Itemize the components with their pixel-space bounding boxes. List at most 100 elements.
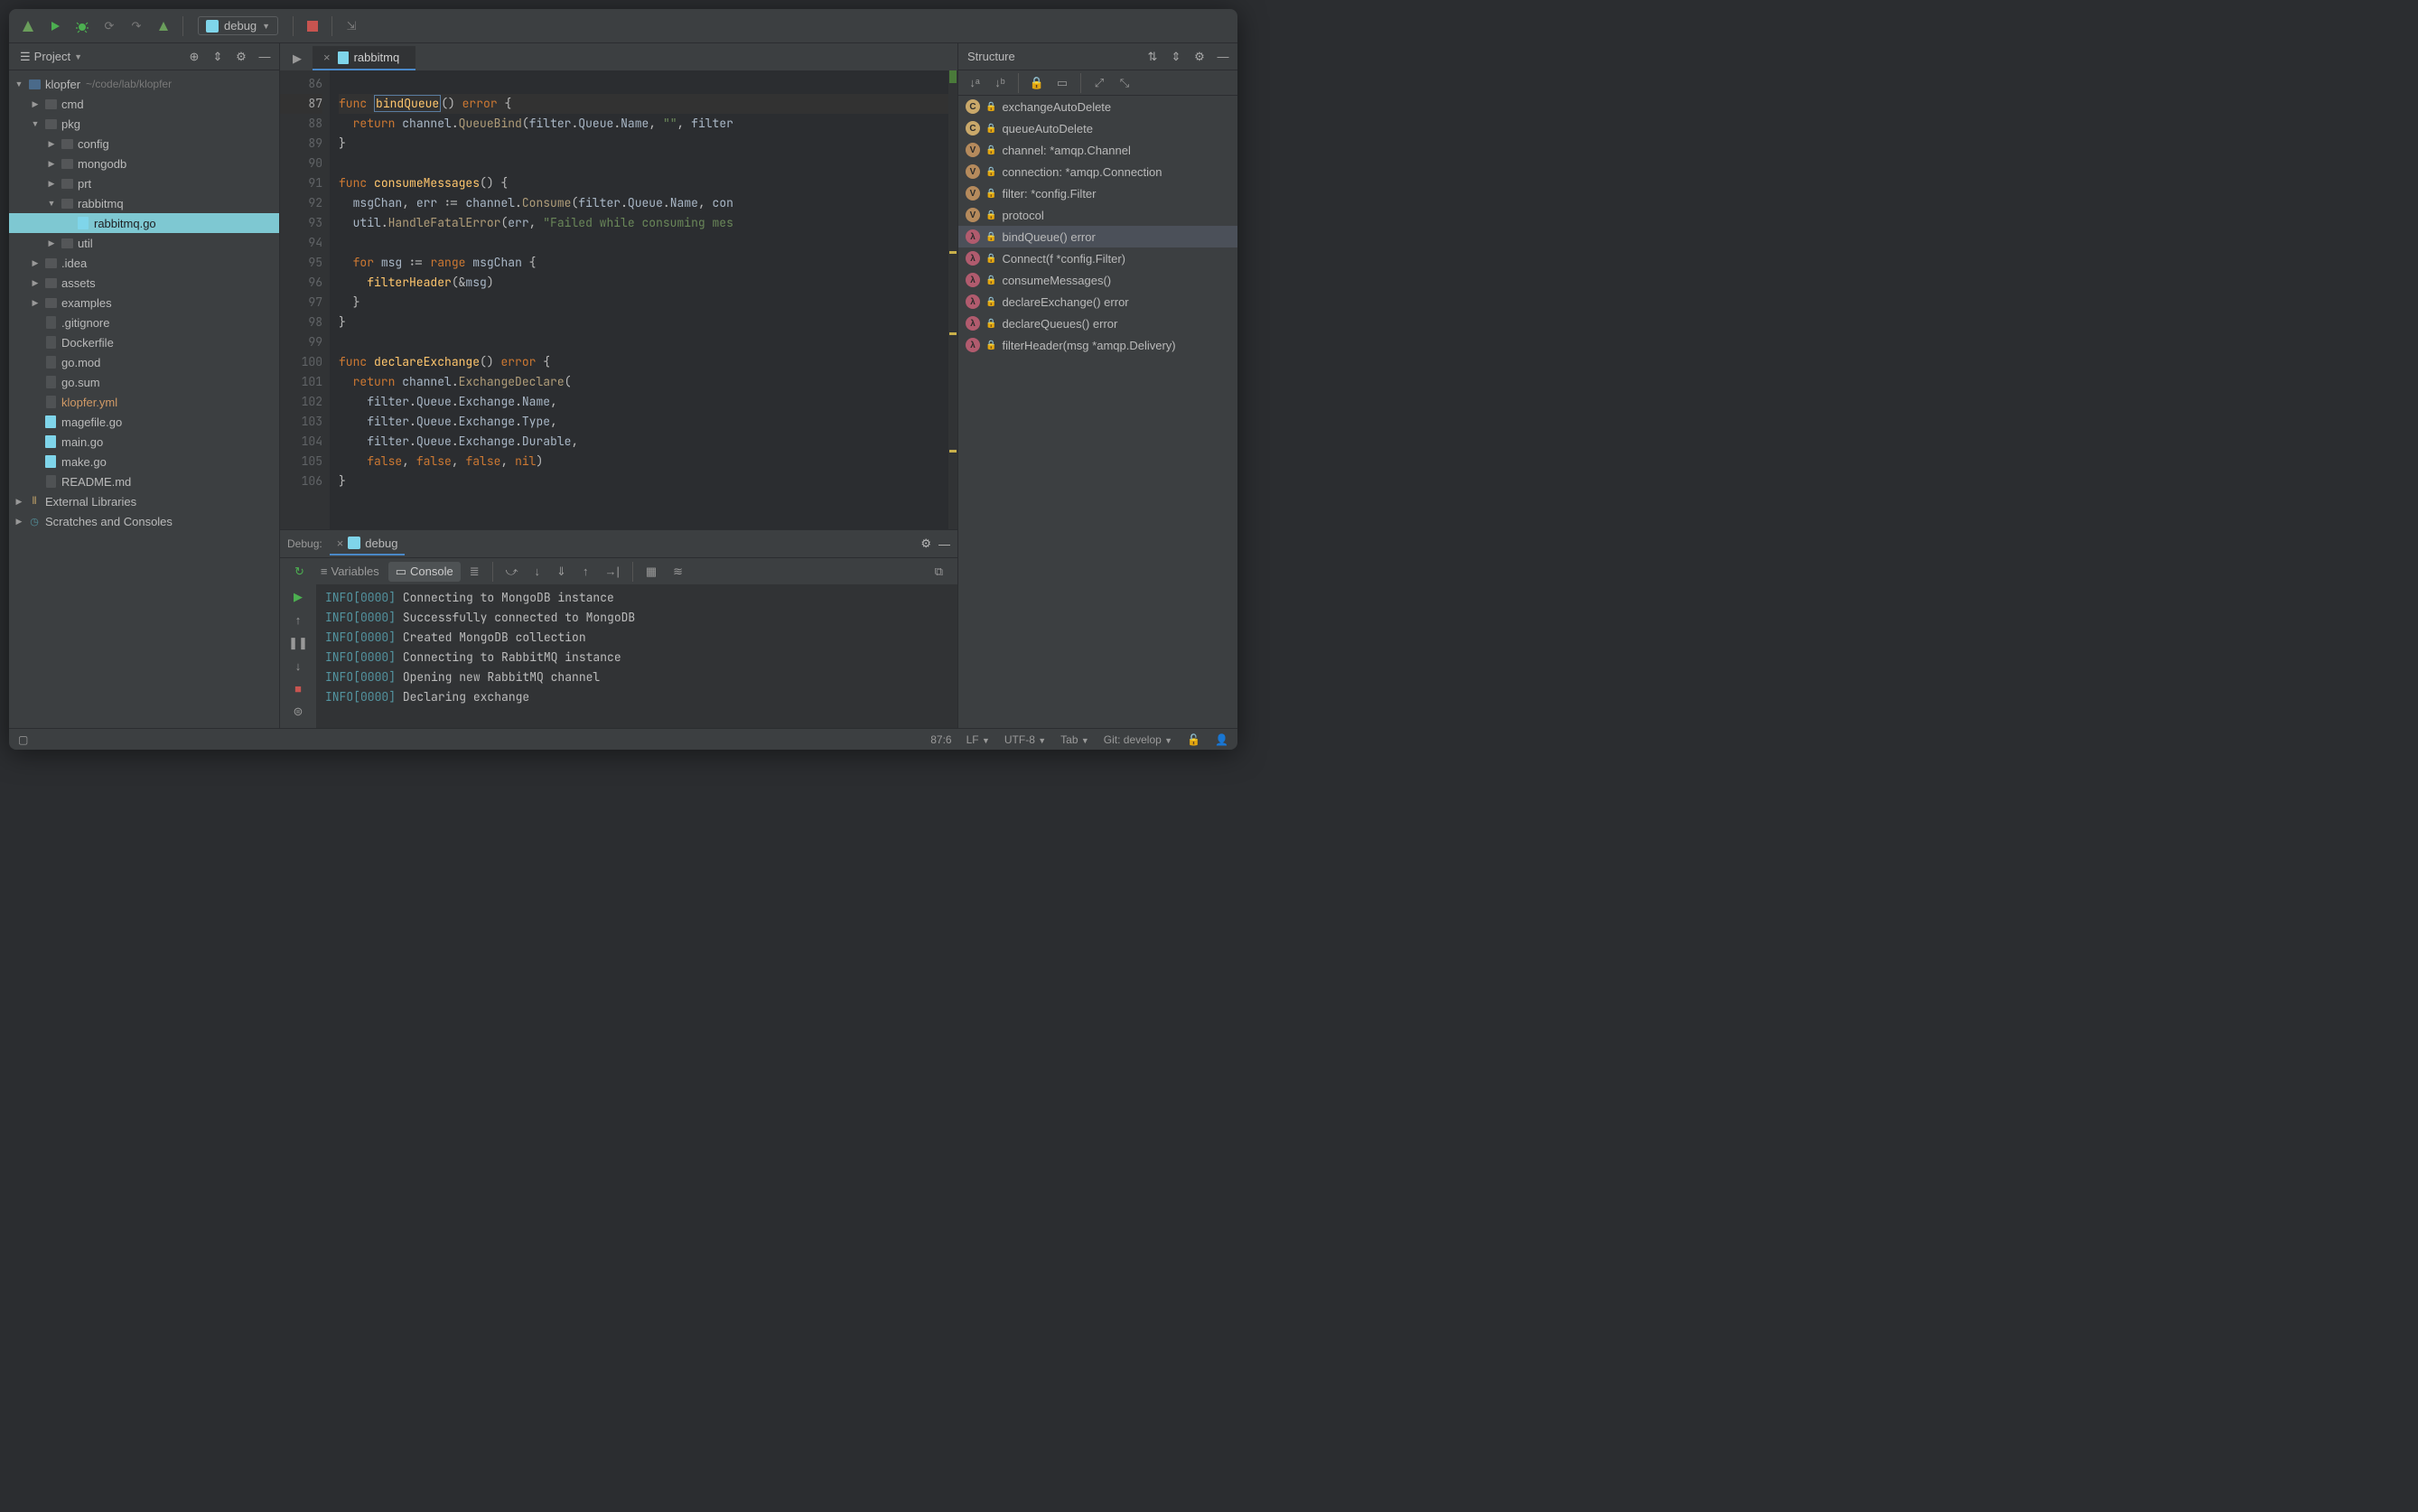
warning-mark[interactable]	[949, 251, 957, 254]
code-line[interactable]	[339, 154, 948, 173]
update-running-icon[interactable]: ⇲	[340, 14, 363, 38]
attach-icon[interactable]	[152, 14, 175, 38]
project-tree[interactable]: ▼ klopfer ~/code/lab/klopfer ▶cmd▼pkg▶co…	[9, 70, 279, 728]
resume-icon[interactable]: ▶	[289, 590, 307, 604]
line-number[interactable]: 103	[280, 412, 322, 432]
code-line[interactable]: util.HandleFatalError(err, "Failed while…	[339, 213, 948, 233]
code-line[interactable]: false, false, false, nil)	[339, 452, 948, 471]
line-number[interactable]: 87	[280, 94, 322, 114]
show-fields-icon[interactable]: 🔒	[1026, 73, 1048, 93]
code-line[interactable]: }	[339, 134, 948, 154]
folder-item[interactable]: ▶examples	[9, 293, 279, 313]
structure-item[interactable]: λ🔒Connect(f *config.Filter)	[958, 247, 1237, 269]
warning-mark[interactable]	[949, 332, 957, 335]
rerun-button[interactable]: ↻	[287, 562, 312, 582]
arrow-down-icon[interactable]: ↓	[289, 659, 307, 673]
collapse-icon[interactable]: ⤡	[1114, 73, 1135, 93]
line-number[interactable]: 100	[280, 352, 322, 372]
editor-tab[interactable]: ×rabbitmq	[313, 46, 415, 70]
line-number[interactable]: 89	[280, 134, 322, 154]
step-over-icon[interactable]: ⤻	[499, 562, 526, 582]
trace-icon[interactable]: ≋	[666, 562, 690, 582]
file-item[interactable]: make.go	[9, 452, 279, 471]
line-number[interactable]: 96	[280, 273, 322, 293]
expand-all-icon[interactable]: ⇕	[209, 48, 227, 66]
line-number[interactable]: 92	[280, 193, 322, 213]
code-line[interactable]	[339, 233, 948, 253]
file-item[interactable]: Dockerfile	[9, 332, 279, 352]
line-number[interactable]: 90	[280, 154, 322, 173]
hide-icon[interactable]: —	[938, 537, 950, 551]
line-number[interactable]: 93	[280, 213, 322, 233]
filter-icon[interactable]: ≣	[462, 562, 487, 582]
structure-item[interactable]: V🔒protocol	[958, 204, 1237, 226]
folder-item[interactable]: ▶.idea	[9, 253, 279, 273]
code-line[interactable]: func consumeMessages() {	[339, 173, 948, 193]
scratches[interactable]: ▶ ◷ Scratches and Consoles	[9, 511, 279, 531]
folder-item[interactable]: ▶mongodb	[9, 154, 279, 173]
code-editor[interactable]: 8687888990919293949596979899100101102103…	[280, 70, 957, 529]
structure-item[interactable]: λ🔒filterHeader(msg *amqp.Delivery)	[958, 334, 1237, 356]
show-non-public-icon[interactable]: ▭	[1051, 73, 1073, 93]
file-item[interactable]: .gitignore	[9, 313, 279, 332]
layout-icon[interactable]: ⧉	[928, 562, 950, 582]
line-number[interactable]: 88	[280, 114, 322, 134]
file-item[interactable]: magefile.go	[9, 412, 279, 432]
encoding[interactable]: UTF-8 ▼	[1004, 733, 1046, 746]
structure-item[interactable]: V🔒channel: *amqp.Channel	[958, 139, 1237, 161]
run-to-cursor-icon[interactable]: ▶	[285, 47, 309, 70]
structure-item[interactable]: V🔒filter: *config.Filter	[958, 182, 1237, 204]
code-line[interactable]: msgChan, err := channel.Consume(filter.Q…	[339, 193, 948, 213]
line-number[interactable]: 102	[280, 392, 322, 412]
error-stripe[interactable]	[948, 70, 957, 529]
arrow-up-icon[interactable]: ↑	[289, 613, 307, 627]
caret-position[interactable]: 87:6	[930, 733, 951, 746]
line-number[interactable]: 104	[280, 432, 322, 452]
run-to-cursor-icon[interactable]: →|	[597, 562, 626, 581]
line-number[interactable]: 98	[280, 313, 322, 332]
structure-item[interactable]: λ🔒consumeMessages()	[958, 269, 1237, 291]
file-item[interactable]: rabbitmq.go	[9, 213, 279, 233]
hide-icon[interactable]: —	[256, 48, 274, 66]
line-separator[interactable]: LF ▼	[966, 733, 990, 746]
console-tab[interactable]: ▭ Console	[388, 562, 461, 582]
structure-item[interactable]: C🔒exchangeAutoDelete	[958, 96, 1237, 117]
step-into-icon[interactable]: ↓	[527, 562, 548, 581]
hide-icon[interactable]: —	[1214, 48, 1232, 66]
tool-window-toggle-icon[interactable]: ▢	[18, 733, 28, 746]
run-configuration-selector[interactable]: debug ▼	[198, 16, 278, 35]
stop-icon[interactable]: ■	[289, 682, 307, 695]
external-libraries[interactable]: ▶ ⫴ External Libraries	[9, 491, 279, 511]
evaluate-icon[interactable]: ▦	[639, 562, 664, 582]
code-line[interactable]: func bindQueue() error {	[339, 94, 948, 114]
code-line[interactable]: filter.Queue.Exchange.Name,	[339, 392, 948, 412]
filter-icon[interactable]: ⇕	[1167, 48, 1185, 66]
line-number[interactable]: 105	[280, 452, 322, 471]
profile-icon[interactable]: ↷	[125, 14, 148, 38]
line-number[interactable]: 86	[280, 74, 322, 94]
gear-icon[interactable]: ⚙	[1190, 48, 1209, 66]
goland-icon[interactable]: 👤	[1215, 733, 1228, 746]
gear-icon[interactable]: ⚙	[920, 537, 931, 551]
folder-item[interactable]: ▶prt	[9, 173, 279, 193]
code-line[interactable]: }	[339, 471, 948, 491]
code-content[interactable]: func bindQueue() error { return channel.…	[330, 70, 948, 529]
stop-icon[interactable]	[301, 14, 324, 38]
padlock-icon[interactable]: 🔓	[1187, 733, 1200, 746]
structure-item[interactable]: V🔒connection: *amqp.Connection	[958, 161, 1237, 182]
folder-item[interactable]: ▼rabbitmq	[9, 193, 279, 213]
project-root[interactable]: ▼ klopfer ~/code/lab/klopfer	[9, 74, 279, 94]
file-item[interactable]: README.md	[9, 471, 279, 491]
variables-tab[interactable]: ≡ Variables	[313, 562, 387, 581]
line-number[interactable]: 95	[280, 253, 322, 273]
line-number[interactable]: 106	[280, 471, 322, 491]
project-view-selector[interactable]: ☰ Project ▼	[14, 48, 88, 66]
structure-item[interactable]: λ🔒declareExchange() error	[958, 291, 1237, 313]
file-item[interactable]: go.mod	[9, 352, 279, 372]
sort-icon[interactable]: ⇅	[1144, 48, 1162, 66]
build-icon[interactable]	[16, 14, 40, 38]
step-out-icon[interactable]: ↑	[575, 562, 596, 581]
code-line[interactable]: for msg := range msgChan {	[339, 253, 948, 273]
folder-item[interactable]: ▶util	[9, 233, 279, 253]
folder-item[interactable]: ▶config	[9, 134, 279, 154]
